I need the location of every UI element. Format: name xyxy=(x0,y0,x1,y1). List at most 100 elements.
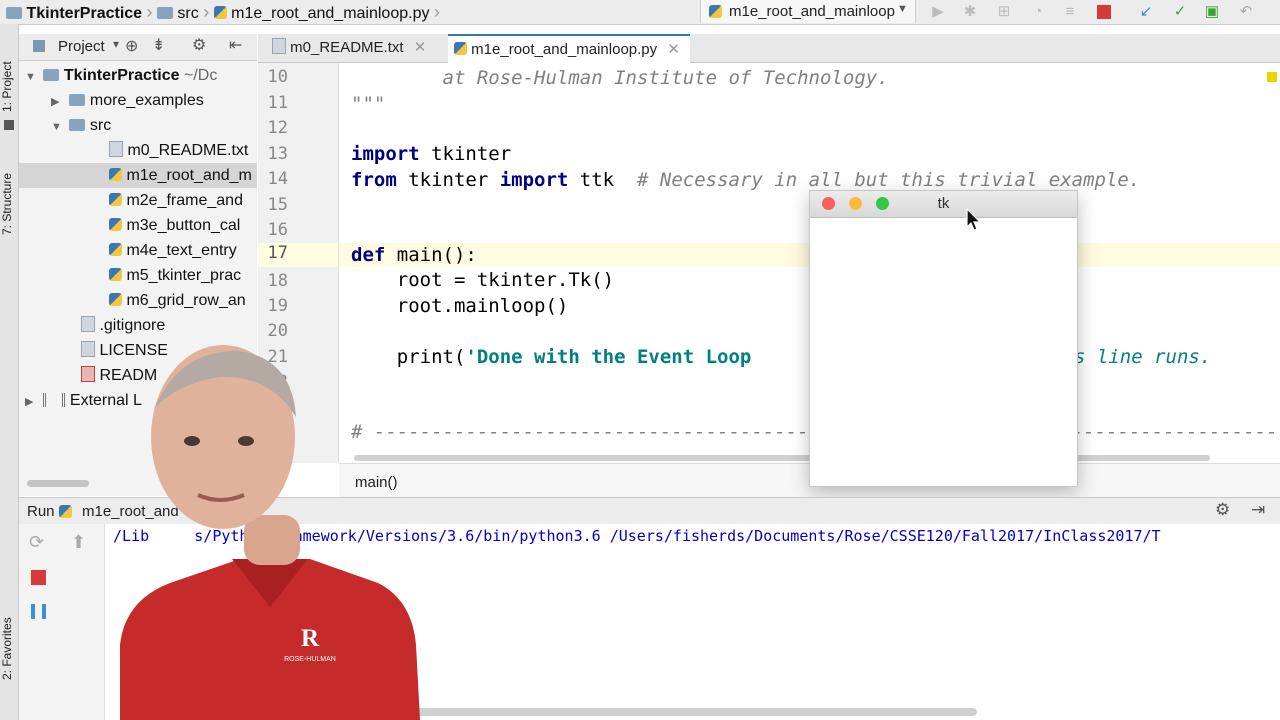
text-file-icon xyxy=(272,38,286,54)
tree-item-file[interactable]: m0_README.txt xyxy=(19,138,248,163)
tree-item-label: m4e_text_entry xyxy=(126,242,237,259)
tree-item-file-selected[interactable]: m1e_root_and_m xyxy=(19,163,257,188)
python-file-icon xyxy=(109,193,122,206)
python-file-icon xyxy=(109,268,122,281)
run-icon[interactable]: ▶ xyxy=(930,4,946,20)
tree-item-more-examples[interactable]: ▶ more_examples xyxy=(19,88,204,113)
keyword: import xyxy=(351,143,420,165)
markdown-file-icon xyxy=(81,366,95,382)
presenter-eye xyxy=(184,436,200,446)
tab-favorites[interactable]: 2: Favorites xyxy=(0,599,18,699)
breadcrumb: TkinterPractice › src › m1e_root_and_mai… xyxy=(6,2,440,23)
keyword: from xyxy=(351,169,397,191)
tree-item-file[interactable]: m3e_button_cal xyxy=(19,213,240,238)
stop-icon[interactable] xyxy=(31,570,46,585)
code-line-17: def main(): xyxy=(351,244,477,266)
project-view-icon xyxy=(33,40,45,52)
profile-icon[interactable]: ◔ xyxy=(1030,4,1046,20)
tree-item-label: m5_tkinter_prac xyxy=(126,267,242,284)
python-file-icon xyxy=(109,293,122,306)
folder-icon xyxy=(69,119,86,131)
debug-icon[interactable]: ✱ xyxy=(962,4,978,20)
python-file-icon xyxy=(454,42,467,55)
mouse-cursor-icon xyxy=(966,208,982,231)
hide-panel-icon[interactable]: ⇤ xyxy=(229,35,242,55)
python-file-icon xyxy=(109,243,122,256)
text-file-icon xyxy=(109,141,123,157)
tree-item-path: ~/Dc xyxy=(183,67,218,84)
tree-item-file[interactable]: m4e_text_entry xyxy=(19,238,237,263)
run-panel-label: Run xyxy=(27,503,55,520)
line-number: 19 xyxy=(267,296,288,316)
tk-window-titlebar[interactable]: tk xyxy=(810,191,1077,218)
tab-m1e-root-and-mainloop[interactable]: m1e_root_and_mainloop.py ✕ xyxy=(448,34,690,63)
code-line-11: """ xyxy=(351,93,386,115)
tab-project[interactable]: 1: Project xyxy=(0,42,18,132)
run-configuration-selector[interactable]: m1e_root_and_mainloop ▼ xyxy=(700,0,916,23)
hide-panel-icon[interactable]: ⇥ xyxy=(1251,500,1265,520)
left-tool-strip: 1: Project 7: Structure 2: Favorites xyxy=(0,24,19,720)
project-panel-header: Project ▾ ⊕ ⇟ ⚙ ⇤ xyxy=(19,34,257,61)
pause-icon[interactable] xyxy=(31,604,46,619)
triangle-right-icon: ▶ xyxy=(25,396,34,408)
chevron-right-icon: › xyxy=(146,2,153,22)
tree-item-label: m1e_root_and_m xyxy=(126,167,252,184)
horizontal-scrollbar[interactable] xyxy=(354,455,1210,461)
line-number: 12 xyxy=(267,118,288,138)
tree-item-file[interactable]: m2e_frame_and xyxy=(19,188,243,213)
concurrency-icon[interactable]: ≡ xyxy=(1062,4,1078,20)
project-panel-title[interactable]: Project xyxy=(58,38,105,55)
presenter-neck xyxy=(244,515,300,565)
tab-structure[interactable]: 7: Structure xyxy=(0,154,18,254)
analysis-status-icon[interactable] xyxy=(1267,72,1277,82)
project-tool-icon xyxy=(4,120,14,130)
close-icon[interactable]: ✕ xyxy=(414,39,427,56)
editor-tab-bar: m0_README.txt ✕ m1e_root_and_mainloop.py… xyxy=(258,34,1280,63)
stop-icon[interactable] xyxy=(1096,4,1112,20)
tk-window[interactable]: tk xyxy=(809,190,1078,487)
breadcrumb-folder[interactable]: src xyxy=(177,5,198,22)
vcs-compare-icon[interactable]: ▣ xyxy=(1204,4,1220,20)
triangle-right-icon: ▶ xyxy=(51,96,60,108)
horizontal-scrollbar[interactable] xyxy=(27,480,89,487)
tree-item-file[interactable]: m6_grid_row_an xyxy=(19,288,246,313)
code-line-18: root = tkinter.Tk() xyxy=(351,269,615,291)
arrow-up-icon[interactable]: ⬆ xyxy=(71,532,86,553)
keyword: import xyxy=(499,169,569,191)
code-line-14: from tkinter import ttk # Necessary in a… xyxy=(351,169,1140,191)
code-line-10: at Rose-Hulman Institute of Technology. xyxy=(351,67,889,89)
collapse-all-icon[interactable]: ⇟ xyxy=(152,35,165,55)
tree-item-file[interactable]: .gitignore xyxy=(19,313,165,338)
code-text: main(): xyxy=(385,244,477,266)
shirt-logo-text: ROSE-HULMAN xyxy=(284,656,336,663)
triangle-down-icon: ▼ xyxy=(51,121,62,133)
tree-item-project-root[interactable]: ▼ TkinterPractice ~/Dc xyxy=(19,63,217,88)
gear-icon[interactable]: ⚙ xyxy=(1215,500,1230,520)
navigation-bar: TkinterPractice › src › m1e_root_and_mai… xyxy=(0,0,1280,25)
tree-item-file[interactable]: m5_tkinter_prac xyxy=(19,263,241,288)
text-file-icon xyxy=(81,316,95,332)
chevron-down-icon: ▾ xyxy=(113,37,120,51)
string-literal: 'Done with the Event Loop xyxy=(465,346,752,368)
tree-item-label: more_examples xyxy=(89,92,204,109)
code-line-13: import tkinter xyxy=(351,143,511,165)
close-icon[interactable]: ✕ xyxy=(667,41,680,58)
undo-icon[interactable]: ↶ xyxy=(1238,4,1254,20)
locate-icon[interactable]: ⊕ xyxy=(125,36,138,56)
tree-item-src[interactable]: ▼ src xyxy=(19,113,111,138)
folder-icon xyxy=(6,7,22,19)
breadcrumb-file[interactable]: m1e_root_and_mainloop.py xyxy=(231,5,429,22)
gear-icon[interactable]: ⚙ xyxy=(192,35,206,55)
coverage-icon[interactable]: ⊞ xyxy=(996,4,1012,20)
chevron-right-icon: › xyxy=(433,2,440,22)
vcs-update-icon[interactable]: ↙ xyxy=(1138,4,1154,20)
line-number: 13 xyxy=(267,144,288,164)
horizontal-scrollbar[interactable] xyxy=(415,708,977,716)
tree-item-label: m2e_frame_and xyxy=(126,192,243,209)
line-number: 18 xyxy=(267,271,288,291)
breadcrumb-project[interactable]: TkinterPractice xyxy=(26,5,142,22)
rerun-icon[interactable]: ⟳ xyxy=(29,532,44,553)
line-number: 16 xyxy=(267,220,288,240)
tab-m0-readme[interactable]: m0_README.txt ✕ xyxy=(272,34,442,61)
vcs-commit-icon[interactable]: ✓ xyxy=(1172,4,1188,20)
